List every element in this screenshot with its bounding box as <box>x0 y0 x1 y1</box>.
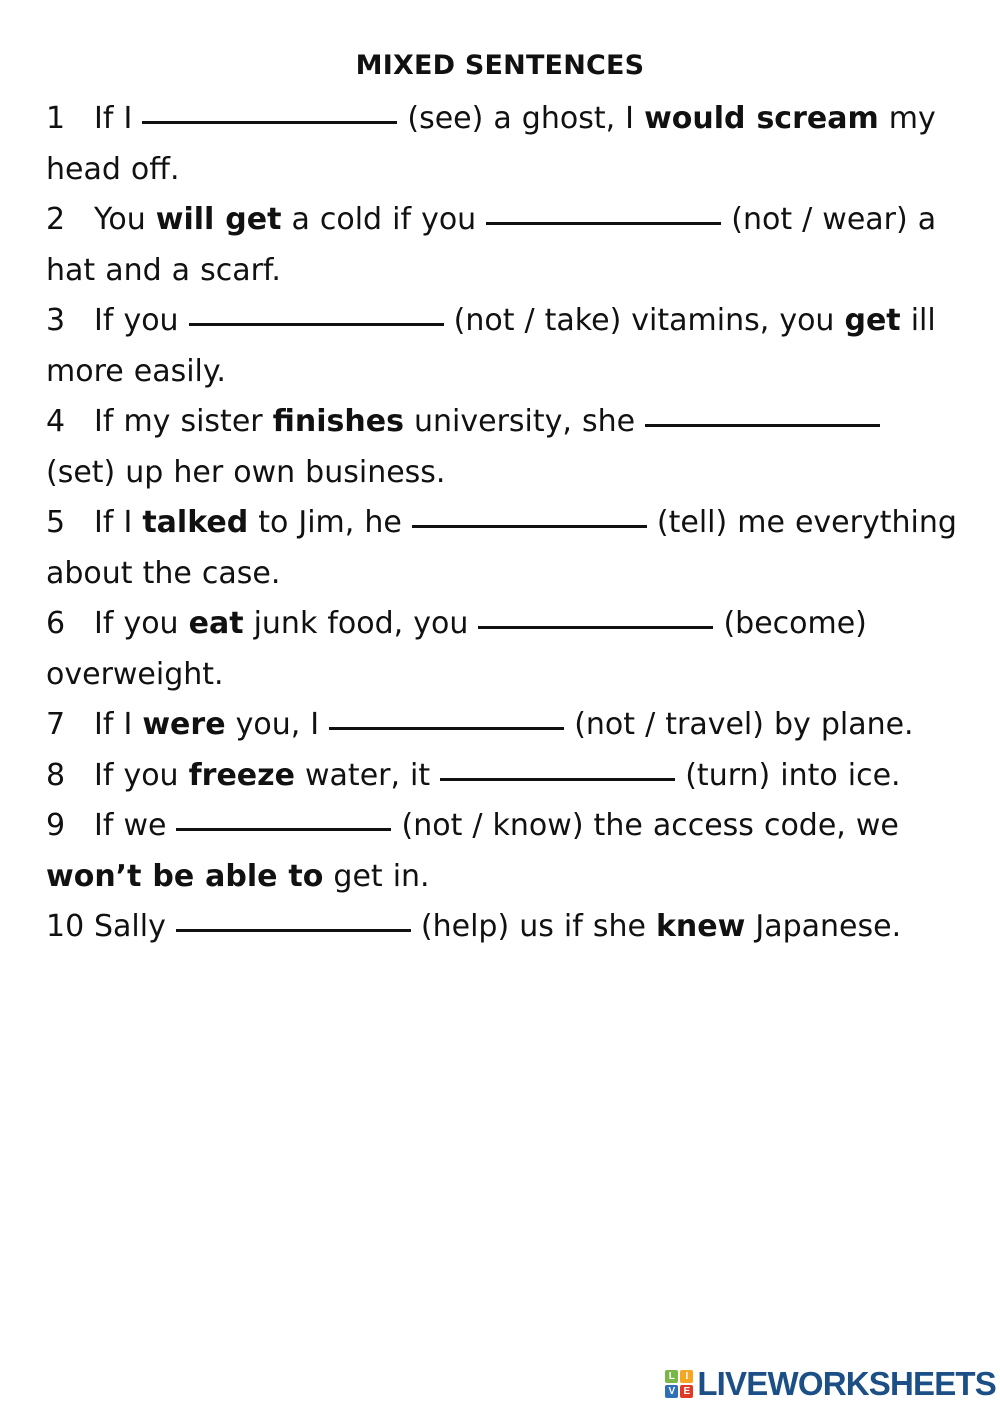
logo-tile-i: I <box>680 1370 694 1383</box>
item-number: 10 <box>46 909 85 944</box>
sentence-text: (not / travel) by plane. <box>564 707 914 742</box>
sentence-text: (see) a ghost, I <box>397 101 645 136</box>
highlighted-phrase: were <box>142 707 226 742</box>
exercise-item: 9 If we (not / know) the access code, we … <box>46 801 958 902</box>
liveworksheets-logo: LIVE LIVEWORKSHEETS <box>665 1365 997 1402</box>
highlighted-phrase: would scream <box>644 101 879 136</box>
exercise-list: 1 If I (see) a ghost, I would scream my h… <box>46 94 958 953</box>
exercise-item: 5 If I talked to Jim, he (tell) me everyt… <box>46 498 958 599</box>
worksheet-page: MIXED SENTENCES 1 If I (see) a ghost, I w… <box>0 0 1000 1413</box>
highlighted-phrase: freeze <box>188 757 295 793</box>
exercise-item: 8 If you freeze water, it (turn) into ice… <box>46 751 958 802</box>
sentence-text: water, it <box>294 757 441 793</box>
answer-blank[interactable] <box>142 99 398 124</box>
item-number: 8 <box>46 757 66 793</box>
sentence-text: If you <box>94 606 189 641</box>
exercise-item: 2 You will get a cold if you (not / wear)… <box>46 195 958 296</box>
liveworksheets-wordmark: LIVEWORKSHEETS <box>697 1365 996 1402</box>
highlighted-phrase: get <box>844 303 901 338</box>
exercise-item: 4 If my sister finishes university, she (… <box>46 397 958 498</box>
sentence-text: If you <box>94 757 189 793</box>
logo-tile-e: E <box>680 1385 694 1398</box>
answer-blank[interactable] <box>175 907 411 932</box>
highlighted-phrase: knew <box>655 909 746 944</box>
sentence-text: get in. <box>323 858 430 894</box>
item-number: 6 <box>46 606 66 641</box>
answer-blank[interactable] <box>645 402 881 427</box>
sentence-text: (help) us if she <box>410 909 656 944</box>
answer-blank[interactable] <box>188 301 444 326</box>
answer-blank[interactable] <box>176 806 392 831</box>
sentence-text: If we <box>94 808 177 843</box>
answer-blank[interactable] <box>486 200 722 225</box>
sentence-text: If I <box>94 707 143 742</box>
sentence-text: to Jim, he <box>248 505 412 540</box>
item-number: 5 <box>46 505 66 540</box>
exercise-item: 7 If I were you, I (not / travel) by plan… <box>46 700 958 751</box>
sentence-text: you, I <box>225 707 330 742</box>
sentence-text: (not / know) the access code, we <box>391 808 899 843</box>
page-title: MIXED SENTENCES <box>355 50 645 81</box>
answer-blank[interactable] <box>411 503 647 528</box>
answer-blank[interactable] <box>478 604 714 629</box>
sentence-text: If my sister <box>94 404 273 439</box>
highlighted-phrase: talked <box>142 505 249 540</box>
sentence-text: If you <box>94 303 189 338</box>
live-tiles-icon: LIVE <box>665 1370 694 1398</box>
sentence-text: If I <box>94 101 143 136</box>
answer-blank[interactable] <box>440 756 676 781</box>
exercise-item: 3 If you (not / take) vitamins, you get i… <box>46 296 958 397</box>
item-number: 9 <box>46 808 66 843</box>
answer-blank[interactable] <box>329 705 565 730</box>
sentence-text: (not / take) vitamins, you <box>443 303 845 338</box>
highlighted-phrase: won’t be able to <box>46 858 324 894</box>
item-number: 7 <box>46 707 66 742</box>
sentence-text: Japanese. <box>745 909 902 944</box>
exercise-item: 10 Sally (help) us if she knew Japanese. <box>46 902 958 953</box>
sentence-text: Sally <box>94 909 176 944</box>
logo-tile-v: V <box>665 1385 679 1398</box>
highlighted-phrase: will get <box>155 202 282 237</box>
exercise-item: 1 If I (see) a ghost, I would scream my h… <box>46 94 958 195</box>
highlighted-phrase: finishes <box>272 404 404 439</box>
sentence-text: junk food, you <box>243 606 479 641</box>
item-number: 1 <box>46 101 66 136</box>
sentence-text: You <box>94 202 156 237</box>
highlighted-phrase: eat <box>188 606 244 641</box>
logo-tile-l: L <box>665 1370 679 1383</box>
sentence-text: (turn) into ice. <box>675 757 901 793</box>
sentence-text: a cold if you <box>281 202 487 237</box>
sentence-text: university, she <box>403 404 646 439</box>
item-number: 4 <box>46 404 66 439</box>
item-number: 2 <box>46 202 66 237</box>
item-number: 3 <box>46 303 66 338</box>
sentence-text: If I <box>94 505 143 540</box>
exercise-item: 6 If you eat junk food, you (become) over… <box>46 599 958 700</box>
sentence-text: (set) up her own business. <box>46 454 446 490</box>
